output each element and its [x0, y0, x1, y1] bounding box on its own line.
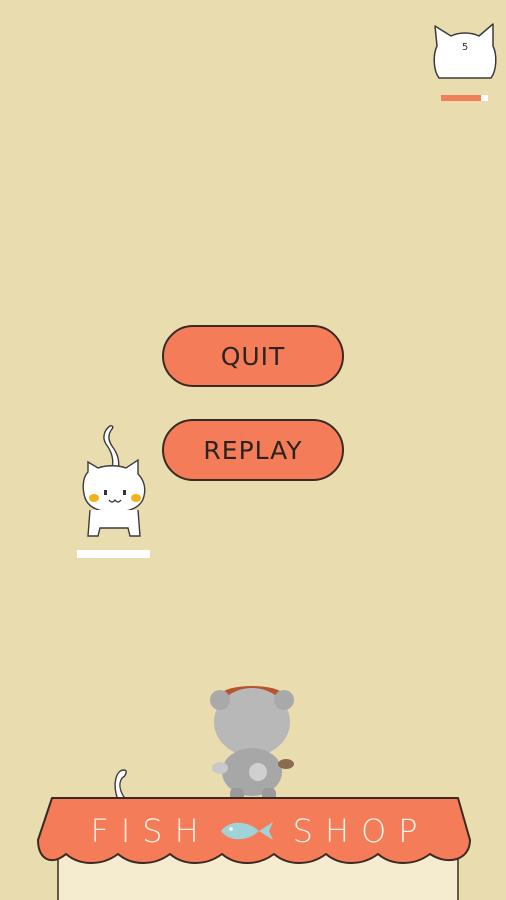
- fish-shop: [37, 686, 471, 900]
- quit-button[interactable]: QUIT: [162, 325, 344, 387]
- shopkeeper-character: [210, 686, 294, 802]
- shop-sign-word-fish: FISH: [90, 812, 211, 850]
- shop-sign: FISH SHOP: [60, 806, 460, 856]
- replay-button[interactable]: REPLAY: [162, 419, 344, 481]
- health-bar-fill: [441, 95, 481, 101]
- shop-sign-word-shop: SHOP: [292, 812, 430, 850]
- cat-count-label: 5: [461, 42, 469, 53]
- fish-icon: [220, 822, 273, 840]
- white-cat-character: [82, 425, 146, 537]
- cat-platform: [77, 550, 150, 558]
- health-bar: [441, 95, 488, 101]
